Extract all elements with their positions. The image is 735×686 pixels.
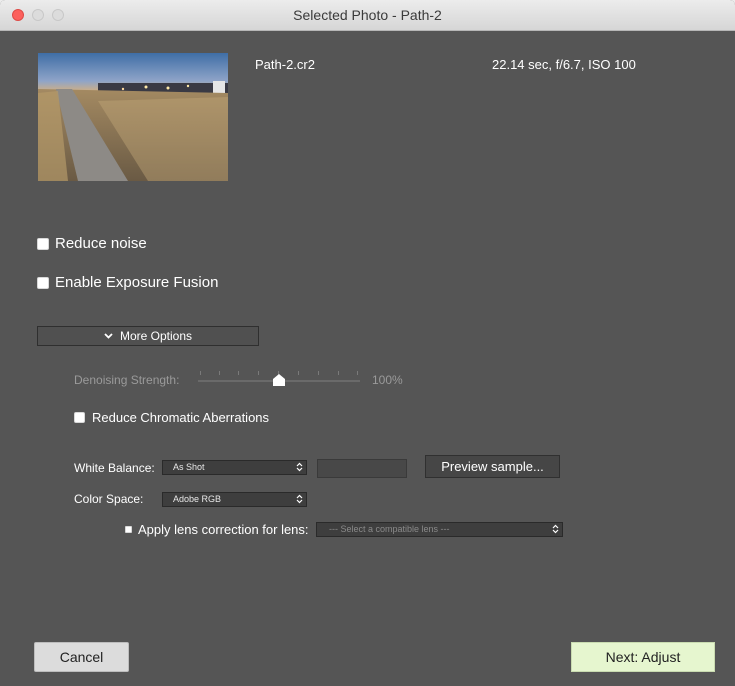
slider-tick — [238, 371, 239, 375]
lens-select-value: --- Select a compatible lens --- — [329, 524, 450, 534]
up-down-arrows-icon — [295, 462, 304, 473]
title-bar: Selected Photo - Path-2 — [0, 0, 735, 31]
exposure-fusion-option[interactable]: Enable Exposure Fusion — [37, 274, 218, 291]
reduce-noise-label: Reduce noise — [55, 235, 147, 252]
exposure-fusion-checkbox[interactable] — [37, 276, 49, 289]
slider-knob-icon[interactable] — [273, 373, 285, 391]
chromatic-aberrations-checkbox[interactable] — [74, 412, 85, 423]
color-space-select[interactable]: Adobe RGB — [162, 492, 307, 507]
denoising-strength-value: 100% — [372, 373, 403, 387]
denoising-strength-slider[interactable] — [198, 370, 360, 388]
white-balance-value: As Shot — [173, 462, 205, 472]
more-options-button[interactable]: More Options — [37, 326, 259, 346]
photo-exposure-info: 22.14 sec, f/6.7, ISO 100 — [492, 57, 636, 72]
slider-tick — [298, 371, 299, 375]
up-down-arrows-icon — [295, 494, 304, 505]
denoising-strength-label: Denoising Strength: — [74, 373, 180, 387]
white-balance-label: White Balance: — [74, 461, 155, 475]
slider-tick — [200, 371, 201, 375]
chevron-down-icon — [104, 331, 113, 341]
photo-filename: Path-2.cr2 — [255, 57, 315, 72]
exposure-fusion-label: Enable Exposure Fusion — [55, 274, 219, 291]
slider-tick — [318, 371, 319, 375]
color-space-label: Color Space: — [74, 492, 144, 506]
chromatic-aberrations-option[interactable]: Reduce Chromatic Aberrations — [74, 410, 269, 425]
dialog-window: Selected Photo - Path-2 Path-2.cr2 22.14… — [0, 0, 735, 686]
color-space-value: Adobe RGB — [173, 494, 222, 504]
next-adjust-button[interactable]: Next: Adjust — [571, 642, 715, 672]
slider-tick — [258, 371, 259, 375]
lens-correction-option[interactable]: Apply lens correction for lens: — [125, 522, 309, 537]
reduce-noise-option[interactable]: Reduce noise — [37, 235, 147, 252]
slider-tick — [357, 371, 358, 375]
more-options-label: More Options — [119, 329, 193, 343]
slider-tick — [338, 371, 339, 375]
photo-thumbnail — [38, 53, 228, 181]
slider-tick — [219, 371, 220, 375]
white-balance-sample-swatch — [317, 459, 407, 478]
reduce-noise-checkbox[interactable] — [37, 237, 49, 250]
preview-sample-button[interactable]: Preview sample... — [425, 455, 560, 478]
up-down-arrows-icon — [551, 524, 560, 535]
lens-correction-label: Apply lens correction for lens: — [138, 522, 309, 537]
chromatic-aberrations-label: Reduce Chromatic Aberrations — [92, 410, 270, 425]
lens-select[interactable]: --- Select a compatible lens --- — [316, 522, 563, 537]
window-title: Selected Photo - Path-2 — [293, 7, 442, 23]
cancel-button[interactable]: Cancel — [34, 642, 129, 672]
white-balance-select[interactable]: As Shot — [162, 460, 307, 475]
lens-correction-checkbox[interactable] — [125, 526, 132, 533]
